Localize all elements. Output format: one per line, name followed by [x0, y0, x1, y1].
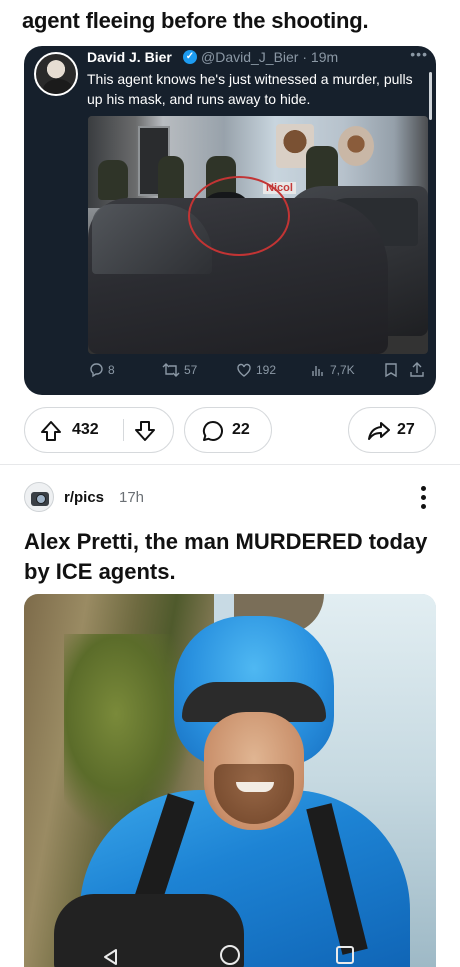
post-title-fragment: agent fleeing before the shooting.	[22, 8, 369, 33]
share-count: 27	[397, 421, 415, 438]
comment-count: 22	[232, 421, 250, 438]
bookmark-button[interactable]	[384, 362, 398, 378]
reply-button[interactable]: 8	[88, 362, 115, 378]
tweet-video-frame[interactable]: Nicol	[88, 116, 428, 354]
downvote-icon[interactable]	[133, 419, 157, 443]
media-poster	[338, 126, 374, 166]
post-divider	[0, 464, 460, 465]
retweet-count: 57	[184, 363, 198, 377]
vote-count: 432	[72, 421, 99, 438]
tweet-share-button[interactable]	[410, 362, 424, 378]
subreddit-icon[interactable]	[24, 482, 54, 512]
media-person	[98, 160, 128, 200]
recents-icon[interactable]	[336, 946, 354, 964]
post-age: 17h	[119, 489, 145, 506]
more-options-icon[interactable]	[414, 483, 432, 511]
views-count: 7,7K	[330, 363, 355, 377]
post-image[interactable]	[24, 594, 436, 967]
retweet-button[interactable]: 57	[162, 362, 197, 378]
home-icon[interactable]	[220, 945, 240, 965]
tweet-actions: 8 57 192 7,7K	[88, 362, 428, 384]
author-avatar[interactable]	[34, 52, 78, 96]
reply-count: 8	[108, 363, 115, 377]
author-handle-time: @David_J_Bier · 19m	[201, 49, 339, 65]
retweet-icon	[162, 363, 180, 377]
vote-control: 432	[24, 407, 174, 453]
views-icon	[312, 366, 323, 376]
comment-icon	[202, 420, 223, 441]
share-button[interactable]: 27	[348, 407, 436, 453]
back-icon[interactable]	[102, 948, 118, 966]
views-button[interactable]: 7,7K	[310, 362, 355, 378]
share-icon	[410, 362, 424, 377]
subreddit-name[interactable]: r/pics	[64, 489, 104, 506]
verified-badge-icon: ✓	[183, 50, 197, 64]
tweet-more-icon[interactable]: •••	[410, 46, 428, 62]
like-count: 192	[256, 363, 277, 377]
comments-button[interactable]: 22	[184, 407, 272, 453]
like-button[interactable]: 192	[236, 362, 276, 378]
scrollbar[interactable]	[429, 72, 432, 120]
share-arrow-icon	[368, 422, 390, 440]
photo-smile	[236, 782, 274, 792]
tweet-text: This agent knows he's just witnessed a m…	[87, 71, 413, 107]
bookmark-icon	[385, 363, 397, 378]
post-title[interactable]: Alex Pretti, the man MURDERED today by I…	[24, 527, 444, 587]
system-nav-bar	[0, 940, 460, 967]
reply-icon	[90, 363, 103, 378]
like-icon	[237, 363, 251, 377]
embedded-tweet[interactable]: David J. Bier ✓ @David_J_Bier · 19m ••• …	[24, 46, 436, 395]
annotation-circle	[188, 176, 290, 256]
vote-divider	[123, 419, 124, 441]
upvote-icon[interactable]	[39, 419, 63, 443]
author-name[interactable]: David J. Bier	[87, 49, 172, 65]
